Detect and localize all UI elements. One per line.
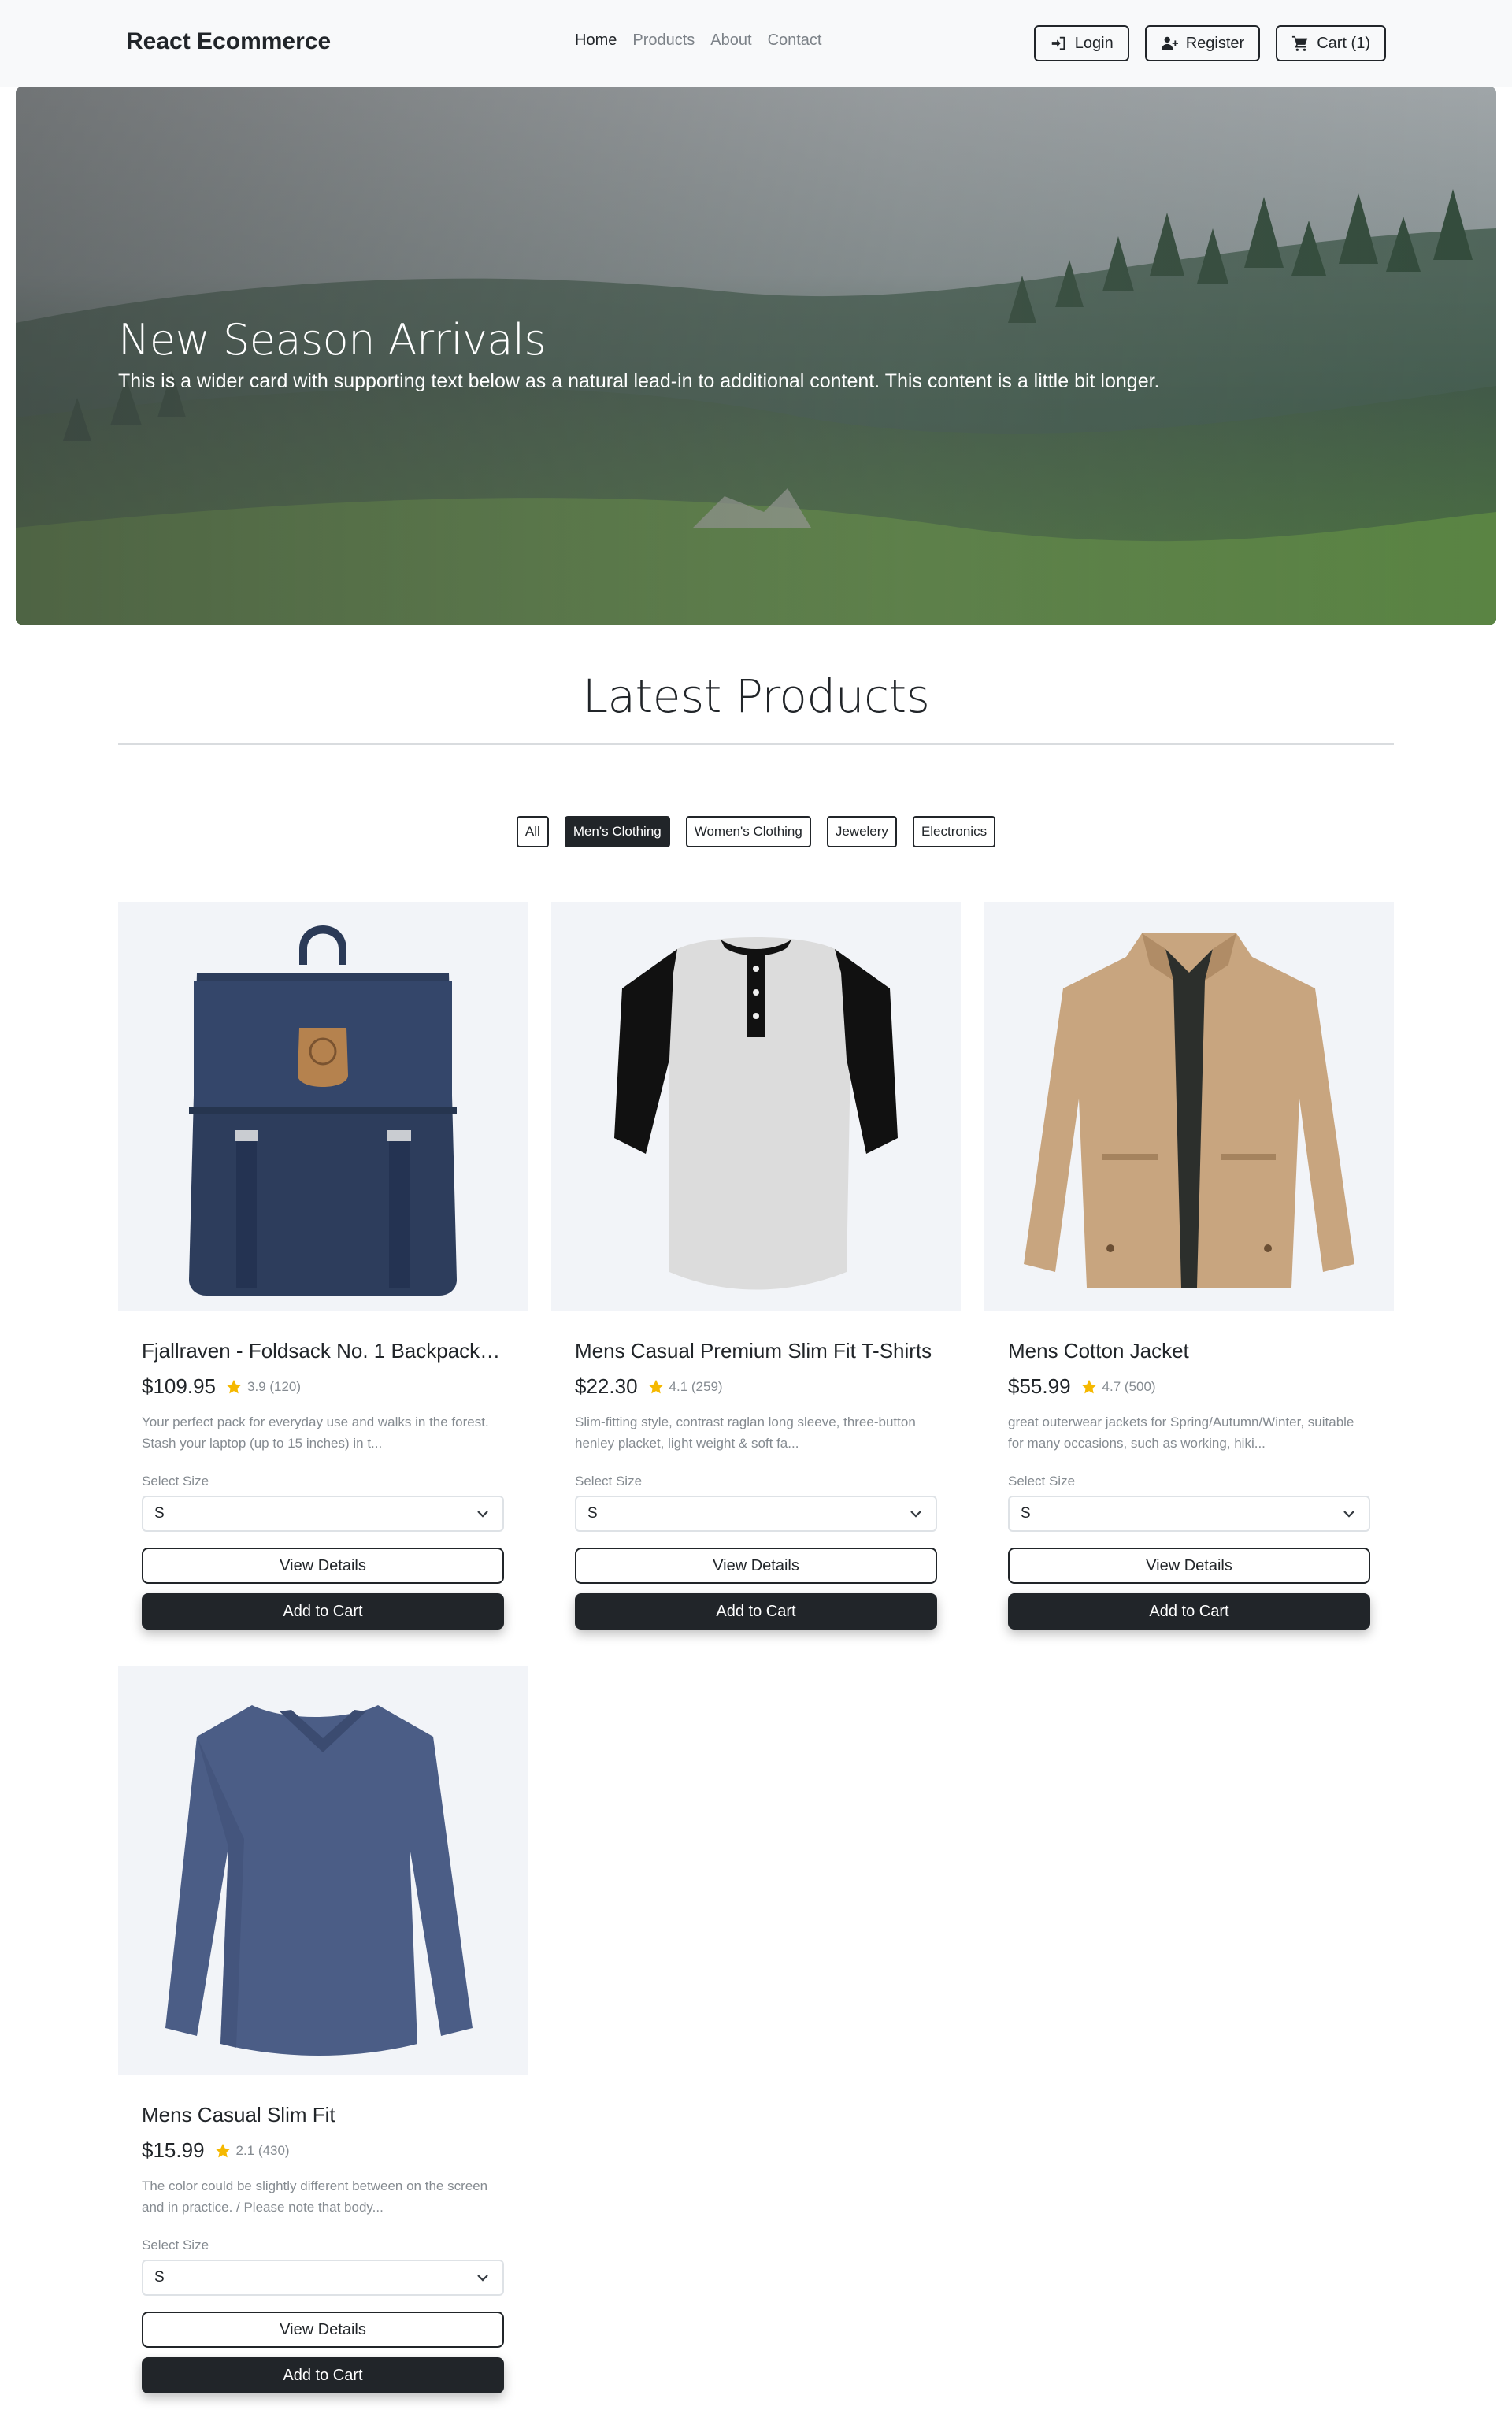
size-select[interactable]: S <box>575 1496 937 1532</box>
login-button[interactable]: Login <box>1033 25 1129 61</box>
view-details-button[interactable]: View Details <box>575 1548 937 1584</box>
register-label: Register <box>1185 34 1245 52</box>
register-button[interactable]: Register <box>1144 25 1261 61</box>
add-to-cart-button[interactable]: Add to Cart <box>142 2357 504 2393</box>
section-title: Latest Products <box>582 669 930 723</box>
product-image[interactable] <box>984 902 1394 1311</box>
rating-value: 2.1 (430) <box>235 2142 290 2158</box>
product-description: Your perfect pack for everyday use and w… <box>142 1415 489 1451</box>
star-icon <box>226 1379 242 1393</box>
size-select[interactable]: S <box>1008 1496 1370 1532</box>
chevron-down-icon <box>477 1511 488 1518</box>
product-rating: 4.7 (500) <box>1080 1378 1156 1396</box>
navbar: React Ecommerce Home Products About Cont… <box>0 0 1512 87</box>
view-details-button[interactable]: View Details <box>1008 1548 1370 1584</box>
product-description: Slim-fitting style, contrast raglan long… <box>575 1415 916 1451</box>
nav-link-products[interactable]: Products <box>632 32 695 50</box>
product-title[interactable]: Fjallraven - Foldsack No. 1 Backpack, Fi… <box>142 1339 504 1363</box>
rating-value: 4.1 (259) <box>669 1378 723 1394</box>
product-rating: 4.1 (259) <box>647 1378 723 1396</box>
product-image[interactable] <box>118 902 528 1311</box>
size-label: Select Size <box>142 2238 209 2252</box>
filter-mens-clothing[interactable]: Men's Clothing <box>564 816 670 847</box>
product-rating: 2.1 (430) <box>214 2142 290 2160</box>
size-label: Select Size <box>142 1474 209 1489</box>
backpack-image <box>118 902 528 1311</box>
product-image[interactable] <box>118 1666 528 2075</box>
nav-link-about[interactable]: About <box>710 32 751 50</box>
size-value: S <box>1021 1505 1031 1522</box>
product-price: $109.95 <box>142 1374 216 1398</box>
jacket-image <box>984 902 1394 1311</box>
chevron-down-icon <box>910 1511 921 1518</box>
price-row: $109.95 3.9 (120) <box>142 1374 504 1399</box>
add-to-cart-button[interactable]: Add to Cart <box>142 1593 504 1630</box>
product-description: The color could be slightly different be… <box>142 2178 488 2215</box>
size-value: S <box>587 1505 598 1522</box>
product-image[interactable] <box>551 902 961 1311</box>
size-select[interactable]: S <box>142 2260 504 2296</box>
section-divider <box>118 743 1394 745</box>
category-filters: All Men's Clothing Women's Clothing Jewe… <box>0 816 1512 847</box>
price-row: $15.99 2.1 (430) <box>142 2138 504 2163</box>
filter-all[interactable]: All <box>516 816 549 847</box>
cart-label: Cart (1) <box>1317 34 1370 52</box>
chevron-down-icon <box>477 2275 488 2282</box>
product-title[interactable]: Mens Casual Premium Slim Fit T-Shirts <box>575 1339 937 1363</box>
nav-buttons: Login Register Cart (1) <box>1033 25 1386 61</box>
size-label: Select Size <box>1008 1474 1076 1489</box>
star-icon <box>648 1379 663 1393</box>
product-description: great outerwear jackets for Spring/Autum… <box>1008 1415 1354 1451</box>
price-row: $55.99 4.7 (500) <box>1008 1374 1370 1399</box>
hero-title: New Season Arrivals <box>118 315 547 365</box>
product-price: $22.30 <box>575 1374 638 1398</box>
product-card: Fjallraven - Foldsack No. 1 Backpack, Fi… <box>118 902 528 1630</box>
size-value: S <box>154 1505 165 1522</box>
product-card: Mens Casual Slim Fit $15.99 2.1 (430) Th… <box>118 1666 528 2393</box>
size-select[interactable]: S <box>142 1496 504 1532</box>
product-rating: 3.9 (120) <box>225 1378 301 1396</box>
rating-value: 3.9 (120) <box>246 1378 302 1394</box>
product-body: Mens Casual Slim Fit $15.99 2.1 (430) Th… <box>142 2103 504 2393</box>
product-body: Mens Casual Premium Slim Fit T-Shirts $2… <box>575 1339 937 1630</box>
raglan-shirt-image <box>551 902 961 1311</box>
view-details-button[interactable]: View Details <box>142 1548 504 1584</box>
size-label: Select Size <box>575 1474 643 1489</box>
view-details-button[interactable]: View Details <box>142 2312 504 2348</box>
product-price: $55.99 <box>1008 1374 1071 1398</box>
add-to-cart-button[interactable]: Add to Cart <box>1008 1593 1370 1630</box>
sign-in-icon <box>1051 36 1065 50</box>
longsleeve-image <box>118 1666 528 2075</box>
product-body: Mens Cotton Jacket $55.99 4.7 (500) grea… <box>1008 1339 1370 1630</box>
filter-electronics[interactable]: Electronics <box>912 816 996 847</box>
product-card: Mens Casual Premium Slim Fit T-Shirts $2… <box>551 902 961 1630</box>
product-body: Fjallraven - Foldsack No. 1 Backpack, Fi… <box>142 1339 504 1630</box>
cart-icon <box>1292 35 1308 51</box>
cart-button[interactable]: Cart (1) <box>1276 25 1386 61</box>
hero-text: This is a wider card with supporting tex… <box>118 370 1160 392</box>
size-value: S <box>154 2269 165 2286</box>
add-to-cart-button[interactable]: Add to Cart <box>575 1593 937 1630</box>
chevron-down-icon <box>1343 1511 1354 1518</box>
rating-value: 4.7 (500) <box>1102 1378 1156 1394</box>
nav-links: Home Products About Contact <box>575 32 822 50</box>
filter-womens-clothing[interactable]: Women's Clothing <box>685 816 811 847</box>
star-icon <box>215 2143 230 2157</box>
product-title[interactable]: Mens Casual Slim Fit <box>142 2103 504 2127</box>
product-title[interactable]: Mens Cotton Jacket <box>1008 1339 1370 1363</box>
price-row: $22.30 4.1 (259) <box>575 1374 937 1399</box>
hero-banner: New Season Arrivals This is a wider card… <box>16 87 1496 625</box>
filter-jewelery[interactable]: Jewelery <box>826 816 897 847</box>
login-label: Login <box>1074 34 1114 52</box>
product-price: $15.99 <box>142 2138 205 2162</box>
brand-logo[interactable]: React Ecommerce <box>126 28 331 55</box>
star-icon <box>1081 1379 1096 1393</box>
nav-link-home[interactable]: Home <box>575 32 617 50</box>
user-plus-icon <box>1161 36 1178 50</box>
product-card: Mens Cotton Jacket $55.99 4.7 (500) grea… <box>984 902 1394 1630</box>
nav-link-contact[interactable]: Contact <box>768 32 822 50</box>
